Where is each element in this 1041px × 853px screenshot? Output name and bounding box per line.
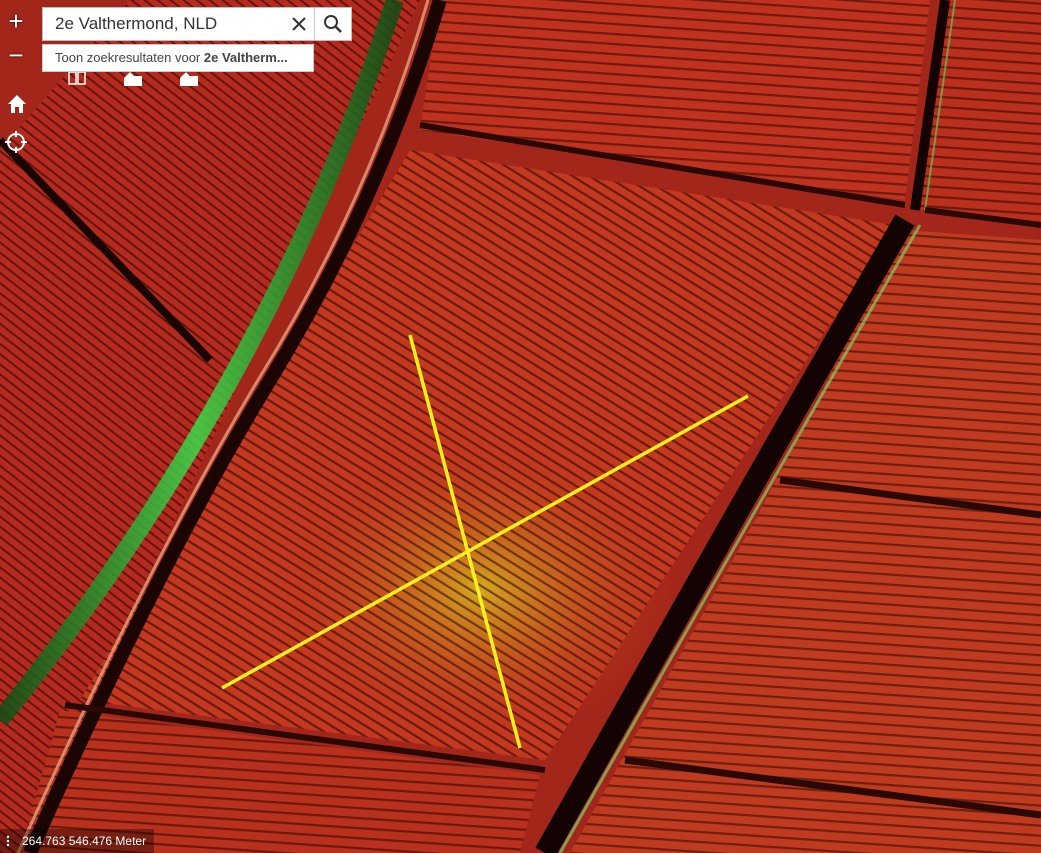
home-button[interactable]: [5, 92, 29, 116]
clear-search-button[interactable]: [284, 8, 314, 40]
zoom-in-icon: +: [8, 6, 24, 36]
home-icon: [8, 95, 26, 113]
suggestion-match: 2e Valtherm...: [203, 50, 288, 65]
coordinate-readout: 264.763 546.476 Meter: [0, 829, 155, 853]
locate-icon: [5, 131, 27, 153]
search-widget: [42, 7, 352, 41]
zoom-in-button[interactable]: +: [2, 8, 30, 36]
suggestion-prefix: Toon zoekresultaten voor: [55, 50, 204, 65]
search-suggestion[interactable]: Toon zoekresultaten voor 2e Valtherm...: [42, 44, 314, 72]
scale-tick-icon: [6, 835, 10, 847]
zoom-out-icon: −: [8, 40, 24, 70]
zoom-out-button[interactable]: −: [2, 42, 30, 70]
map-view[interactable]: [0, 0, 1041, 853]
search-button[interactable]: [314, 8, 351, 40]
clear-icon: [292, 17, 306, 31]
coordinate-text: 264.763 546.476 Meter: [22, 834, 147, 848]
search-icon: [324, 15, 342, 33]
locate-button[interactable]: [4, 130, 28, 154]
search-input[interactable]: [43, 9, 284, 39]
